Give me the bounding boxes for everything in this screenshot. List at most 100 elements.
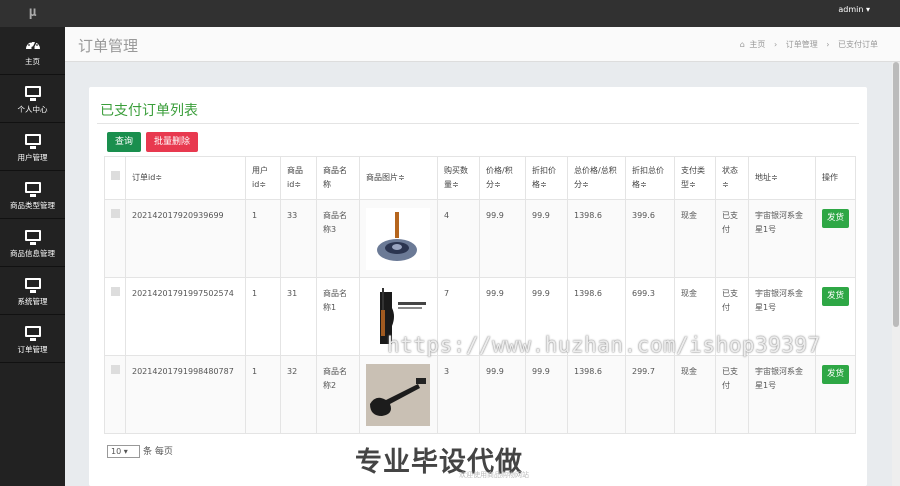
sidebar-item-profile[interactable]: 个人中心 xyxy=(0,75,65,123)
sidebar-item-label: 主页 xyxy=(25,56,40,66)
cell-order-id: 2021420179199848​0787 xyxy=(125,355,246,434)
sidebar-item-label: 订单管理 xyxy=(17,344,48,354)
breadcrumb: ⌂ 主页 › 订单管理 › 已支付订单 xyxy=(739,40,878,49)
cell-quantity: 4 xyxy=(437,199,480,278)
cell-discount-price: 99.9 xyxy=(525,355,568,434)
sidebar-item-product-types[interactable]: 商品类型管理 xyxy=(0,171,65,219)
page-size-select[interactable]: 10 ▾ xyxy=(107,445,140,458)
cell-pay-type: 现金 xyxy=(674,199,716,278)
sidebar: 主页 个人中心 用户管理 商品类型管理 商品信息管理 系统管理 订单管理 xyxy=(0,27,65,486)
cell-order-id: 2021420179199750​2574 xyxy=(125,277,246,356)
col-product-id[interactable]: 商品id≑ xyxy=(280,156,317,200)
cell-product-image xyxy=(359,355,438,434)
cell-product-image xyxy=(359,199,438,278)
cell-product-id: 32 xyxy=(280,355,317,434)
watermark-url: https://www.huzhan.com/ishop39397 xyxy=(387,333,821,357)
cell-address: 宇宙银河系金星1号 xyxy=(748,199,816,278)
monitor-icon xyxy=(24,230,41,245)
cell-product-name: 商品名称1 xyxy=(316,277,360,356)
breadcrumb-home[interactable]: 主页 xyxy=(749,40,765,49)
table-header: 订单id≑ 用户id≑ 商品id≑ 商品名称 商品图片≑ 购买数量≑ 价格/积分… xyxy=(104,156,856,200)
dashboard-icon xyxy=(25,35,41,53)
card-title: 已支付订单列表 xyxy=(100,103,198,119)
col-discount-price[interactable]: 折扣价格≑ xyxy=(525,156,568,200)
select-all-checkbox[interactable] xyxy=(111,171,120,180)
sidebar-item-orders[interactable]: 订单管理 xyxy=(0,315,65,363)
cell-product-id: 31 xyxy=(280,277,317,356)
user-menu[interactable]: admin ▾ xyxy=(838,0,870,20)
col-address[interactable]: 地址≑ xyxy=(748,156,816,200)
sidebar-item-label: 商品类型管理 xyxy=(10,200,55,210)
sidebar-item-label: 个人中心 xyxy=(17,104,48,114)
col-status[interactable]: 状态≑ xyxy=(715,156,749,200)
cell-product-id: 33 xyxy=(280,199,317,278)
cell-quantity: 3 xyxy=(437,355,480,434)
col-actions: 操作 xyxy=(815,156,856,200)
scrollbar-thumb[interactable] xyxy=(893,62,899,327)
cell-price: 99.9 xyxy=(479,199,526,278)
sidebar-item-home[interactable]: 主页 xyxy=(0,27,65,75)
app-logo[interactable]: μ xyxy=(0,0,65,27)
sidebar-item-label: 商品信息管理 xyxy=(10,248,55,258)
order-list-card: 已支付订单列表 查询 批量删除 订单id≑ 用户id≑ 商品id≑ 商品名称 商… xyxy=(89,87,867,486)
scrollbar[interactable] xyxy=(892,62,900,486)
cell-user-id: 1 xyxy=(245,277,281,356)
col-discount-total[interactable]: 折扣总价格≑ xyxy=(625,156,675,200)
cell-order-id: 2021420179209396​99 xyxy=(125,199,246,278)
footer-text: 欢迎使用商品购物网站 xyxy=(459,471,529,479)
cell-discount-total: 299.7 xyxy=(625,355,675,434)
cell-pay-type: 现金 xyxy=(674,355,716,434)
cell-discount-total: 399.6 xyxy=(625,199,675,278)
cell-status: 已支付 xyxy=(715,355,749,434)
row-checkbox[interactable] xyxy=(111,365,120,374)
divider xyxy=(97,123,859,124)
monitor-icon xyxy=(24,134,41,149)
page-header: 订单管理 ⌂ 主页 › 订单管理 › 已支付订单 xyxy=(65,27,900,62)
bulk-delete-button[interactable]: 批量删除 xyxy=(146,132,199,152)
sidebar-item-products[interactable]: 商品信息管理 xyxy=(0,219,65,267)
cell-product-name: 商品名称3 xyxy=(316,199,360,278)
home-icon: ⌂ xyxy=(739,40,745,49)
col-user-id[interactable]: 用户id≑ xyxy=(245,156,281,200)
product-image-electric-guitar-icon xyxy=(366,363,430,426)
sidebar-item-system[interactable]: 系统管理 xyxy=(0,267,65,315)
pagination: 10 ▾ 条 每页 xyxy=(107,444,173,458)
col-pay-type[interactable]: 支付类型≑ xyxy=(674,156,716,200)
cell-status: 已支付 xyxy=(715,199,749,278)
monitor-icon xyxy=(24,326,41,341)
sidebar-item-users[interactable]: 用户管理 xyxy=(0,123,65,171)
cell-user-id: 1 xyxy=(245,355,281,434)
cell-discount-price: 99.9 xyxy=(525,199,568,278)
monitor-icon xyxy=(24,182,41,197)
row-checkbox[interactable] xyxy=(111,287,120,296)
cell-user-id: 1 xyxy=(245,199,281,278)
cell-product-name: 商品名称2 xyxy=(316,355,360,434)
ship-button[interactable]: 发货 xyxy=(822,287,849,306)
page-title: 订单管理 xyxy=(78,37,139,55)
cell-total: 1398.6 xyxy=(567,199,626,278)
table-row: 2021420179209396​99 1 33 商品名称3 4 99.9 99… xyxy=(104,199,856,278)
ship-button[interactable]: 发货 xyxy=(822,209,849,228)
query-button[interactable]: 查询 xyxy=(107,132,142,152)
table-row: 2021420179199848​0787 1 32 商品名称2 3 99.9 … xyxy=(104,355,856,434)
sidebar-item-label: 系统管理 xyxy=(17,296,48,306)
row-checkbox[interactable] xyxy=(111,209,120,218)
col-price[interactable]: 价格/积分≑ xyxy=(479,156,526,200)
breadcrumb-current: 已支付订单 xyxy=(838,40,878,49)
monitor-icon xyxy=(24,278,41,293)
breadcrumb-orders[interactable]: 订单管理 xyxy=(786,40,818,49)
product-image-clock-icon xyxy=(366,207,430,270)
ship-button[interactable]: 发货 xyxy=(822,365,849,384)
cell-price: 99.9 xyxy=(479,355,526,434)
cell-total: 1398.6 xyxy=(567,355,626,434)
col-total[interactable]: 总价格/总积分≑ xyxy=(567,156,626,200)
col-product-image[interactable]: 商品图片≑ xyxy=(359,156,438,200)
top-bar: μ admin ▾ xyxy=(0,0,900,27)
per-page-label: 条 每页 xyxy=(143,447,173,457)
col-product-name: 商品名称 xyxy=(316,156,360,200)
col-quantity[interactable]: 购买数量≑ xyxy=(437,156,480,200)
col-order-id[interactable]: 订单id≑ xyxy=(125,156,246,200)
monitor-icon xyxy=(24,86,41,101)
sidebar-item-label: 用户管理 xyxy=(17,152,48,162)
cell-address: 宇宙银河系金星1号 xyxy=(748,355,816,434)
